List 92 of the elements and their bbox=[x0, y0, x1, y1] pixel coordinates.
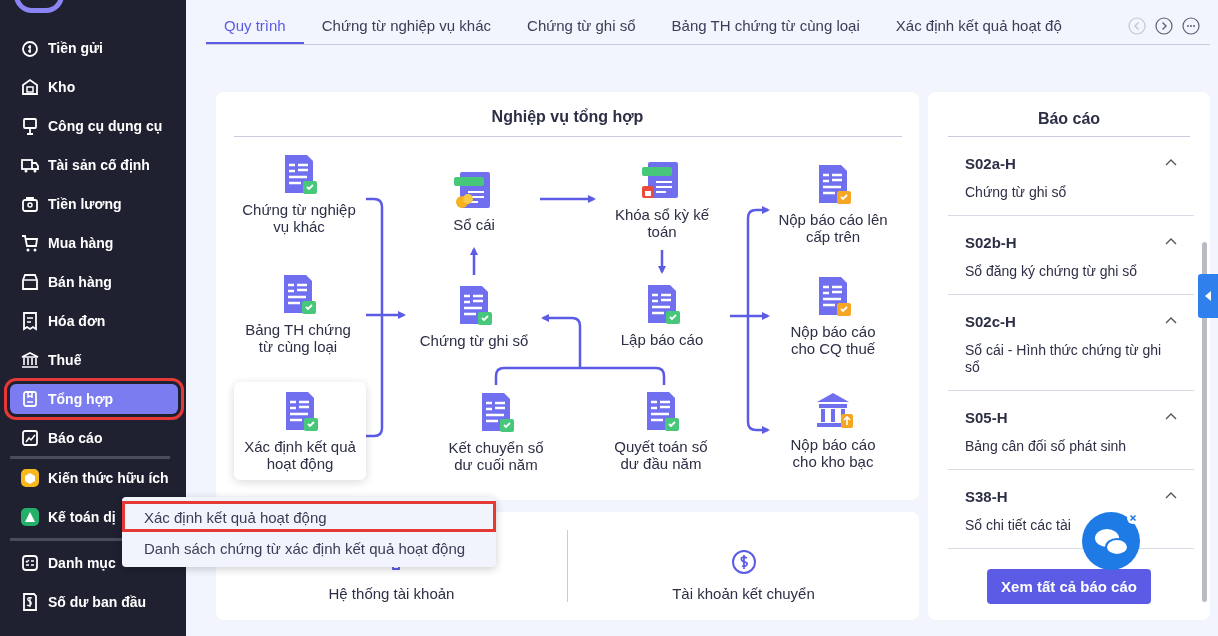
workflow-title: Nghiệp vụ tổng hợp bbox=[490, 108, 645, 126]
document-icon bbox=[648, 285, 680, 324]
caret-icon bbox=[1204, 290, 1212, 302]
document-icon bbox=[647, 392, 679, 431]
chat-bubble-icon[interactable] bbox=[1081, 509, 1143, 571]
sidebar-item[interactable]: Mua hàng bbox=[10, 228, 178, 258]
node-label: Nộp báo cáo lên cấp trên bbox=[777, 211, 889, 245]
report-name[interactable]: Sổ cái - Hình thức chứng từ ghi sổ bbox=[965, 342, 1178, 376]
workflow-node[interactable]: Sổ cái bbox=[424, 160, 524, 241]
workflow-node[interactable]: Quyết toán số dư đầu năm bbox=[608, 382, 714, 480]
document-icon bbox=[286, 392, 318, 431]
connector-arrow bbox=[470, 247, 478, 275]
document-icon bbox=[819, 277, 851, 316]
next-icon[interactable] bbox=[1155, 17, 1173, 35]
document-icon bbox=[482, 393, 514, 432]
report-code: S02c-H bbox=[965, 313, 1017, 330]
bank-icon bbox=[817, 393, 853, 428]
dollar-document-icon bbox=[20, 592, 40, 612]
connector-arrow bbox=[540, 195, 596, 203]
workflow-node[interactable]: Xác định kết quả hoạt động bbox=[234, 382, 366, 480]
book-icon bbox=[20, 389, 40, 409]
node-label: Chứng từ nghiệp vụ khác bbox=[241, 201, 357, 235]
shortcut-link[interactable]: Hệ thống tài khoản bbox=[328, 584, 455, 602]
sidebar-item[interactable]: Công cụ dụng cụ bbox=[10, 111, 178, 141]
node-label: Nộp báo cáo cho kho bạc bbox=[789, 436, 877, 470]
report-code: S02b-H bbox=[965, 234, 1018, 251]
briefcase-icon bbox=[20, 194, 40, 214]
sidebar-item[interactable]: Kiến thức hữu ích bbox=[10, 463, 178, 493]
ledger-icon bbox=[642, 162, 678, 198]
coin-icon bbox=[20, 38, 40, 58]
connector-arrow bbox=[366, 311, 406, 319]
shop-icon bbox=[20, 272, 40, 292]
sidebar-item[interactable]: Báo cáo bbox=[10, 423, 178, 453]
sidebar-item[interactable]: Kho bbox=[10, 72, 178, 102]
report-code: S05-H bbox=[965, 409, 1009, 426]
workflow-node[interactable]: Kết chuyển số dư cuối năm bbox=[443, 383, 549, 481]
dollar-circle-icon[interactable] bbox=[730, 548, 757, 575]
collapse-tab[interactable] bbox=[1198, 274, 1218, 318]
document-icon bbox=[460, 286, 492, 325]
shortcut-link[interactable]: Tài khoản kết chuyển bbox=[672, 584, 815, 602]
node-label: Sổ cái bbox=[453, 216, 495, 233]
report-name[interactable]: Sổ đăng ký chứng từ ghi sổ bbox=[965, 263, 1178, 280]
node-label: Nộp báo cáo cho CQ thuế bbox=[789, 323, 877, 357]
tab[interactable]: Chứng từ nghiệp vụ khác bbox=[303, 8, 510, 44]
report-code: S02a-H bbox=[965, 155, 1017, 172]
ledger-icon bbox=[454, 172, 490, 208]
connector-arrow bbox=[658, 250, 666, 274]
node-label: Chứng từ ghi sổ bbox=[419, 332, 529, 349]
node-label: Kết chuyển số dư cuối năm bbox=[447, 439, 545, 473]
document-icon bbox=[819, 165, 851, 204]
menu-item[interactable]: Xác định kết quả hoạt động bbox=[122, 501, 496, 532]
tab[interactable]: Chứng từ ghi sổ bbox=[509, 8, 654, 44]
box-icon bbox=[20, 77, 40, 97]
tab[interactable]: Quy trình bbox=[206, 8, 304, 44]
bank-icon bbox=[20, 350, 40, 370]
workflow-node[interactable]: Lập báo cáo bbox=[607, 275, 717, 356]
workflow-node[interactable]: Bảng TH chứng từ cùng loại bbox=[238, 265, 358, 363]
sidebar-item[interactable]: Bán hàng bbox=[10, 267, 178, 297]
chart-icon bbox=[20, 428, 40, 448]
report-name[interactable]: Chứng từ ghi sổ bbox=[965, 184, 1178, 201]
cart-icon bbox=[20, 233, 40, 253]
workflow-node[interactable]: Chứng từ ghi sổ bbox=[412, 276, 536, 357]
document-icon bbox=[284, 275, 316, 314]
document-icon bbox=[285, 155, 317, 194]
menu-item[interactable]: Danh sách chứng từ xác định kết quả hoạt động bbox=[122, 532, 496, 563]
node-label: Xác định kết quả hoạt động bbox=[243, 438, 357, 472]
workflow-node[interactable]: Chứng từ nghiệp vụ khác bbox=[237, 145, 361, 243]
node-label: Quyết toán số dư đầu năm bbox=[613, 438, 709, 472]
sidebar-item[interactable]: Tài sản cố định bbox=[10, 150, 178, 180]
tab[interactable]: Bảng TH chứng từ cùng loại bbox=[653, 8, 878, 44]
sidebar-item[interactable]: Tiền lương bbox=[10, 189, 178, 219]
receipt-icon bbox=[20, 311, 40, 331]
workflow-node[interactable]: Nộp báo cáo lên cấp trên bbox=[771, 155, 895, 253]
report-name[interactable]: Bảng cân đối số phát sinh bbox=[965, 438, 1178, 455]
node-label: Khóa sổ kỳ kế toán bbox=[613, 206, 711, 240]
workflow-node[interactable]: Khóa sổ kỳ kế toán bbox=[612, 150, 712, 248]
report-name[interactable]: Sổ chi tiết các tài bbox=[965, 517, 1178, 534]
sidebar-item[interactable]: Hóa đơn bbox=[10, 306, 178, 336]
more-icon[interactable] bbox=[1182, 17, 1200, 35]
sidebar-item[interactable]: Tiền gửi bbox=[10, 33, 178, 63]
sidebar-item[interactable]: Số dư ban đầu bbox=[10, 587, 178, 617]
connector-arrow bbox=[541, 314, 582, 368]
node-label: Bảng TH chứng từ cùng loại bbox=[244, 321, 352, 355]
workflow-node[interactable]: Nộp báo cáo cho CQ thuế bbox=[783, 267, 883, 365]
view-all-button[interactable]: Xem tất cả báo cáo bbox=[987, 569, 1151, 604]
list-icon bbox=[20, 553, 40, 573]
workflow-node[interactable]: Nộp báo cáo cho kho bạc bbox=[783, 380, 883, 478]
report-code: S38-H bbox=[965, 488, 1009, 505]
panel-title: Báo cáo bbox=[1036, 109, 1102, 129]
node-label: Lập báo cáo bbox=[620, 331, 704, 348]
tab[interactable]: Xác định kết quả hoạt độ bbox=[877, 8, 1080, 44]
sidebar-item[interactable]: Thuế bbox=[10, 345, 178, 375]
